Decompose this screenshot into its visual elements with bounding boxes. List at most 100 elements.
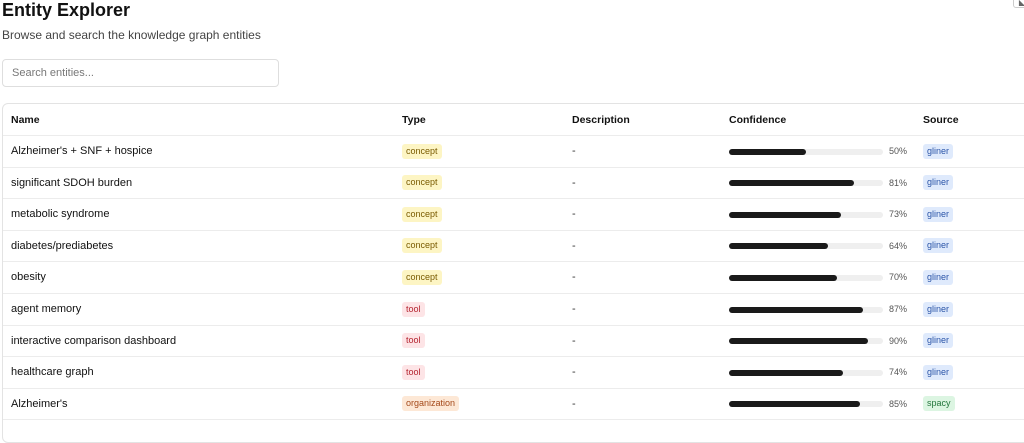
entity-name[interactable]: agent memory [11,294,81,325]
confidence-cell: 74% [729,357,919,388]
source-badge: spacy [923,396,955,412]
confidence-bar-fill [729,180,854,187]
column-header-source[interactable]: Source [923,104,959,135]
confidence-cell: 81% [729,167,919,198]
source-badge: gliner [923,143,954,159]
confidence-bar [729,306,883,313]
table-row[interactable]: Alzheimer's + SNF + hospice concept - 50% gl… [3,136,1024,168]
page-title: Entity Explorer [2,0,131,20]
entity-name[interactable]: obesity [11,262,46,293]
table-row[interactable]: significant SDOH burden concept - 81% gliner [3,167,1024,200]
table-header: Name Type Description Confidence Source [3,104,1024,136]
confidence-percent: 64% [889,240,908,251]
table-row[interactable]: obesity concept - 70% gliner [3,262,1024,294]
confidence-cell: 70% [729,262,919,293]
type-badge: tool [402,364,425,380]
confidence-percent: 73% [889,209,908,220]
source-cell: gliner [923,357,954,388]
type-cell: tool [402,325,425,356]
type-badge: concept [402,143,442,159]
source-cell: gliner [923,199,954,230]
confidence-cell: 85% [729,388,919,419]
confidence-bar-fill [729,401,860,408]
description-cell: - [572,239,576,252]
entity-name[interactable]: metabolic syndrome [11,199,109,230]
type-cell: concept [402,136,442,167]
collapse-icon[interactable]: ◣ [1013,0,1024,8]
description-cell: - [572,397,576,410]
confidence-bar [729,148,883,155]
table-row[interactable]: healthcare graph tool - 74% gliner [3,357,1024,389]
confidence-percent: 90% [889,335,908,346]
table-row[interactable]: interactive comparison dashboard tool - 90%… [3,325,1024,358]
type-cell: concept [402,262,442,293]
description-cell: - [572,271,576,284]
confidence-bar [729,401,883,408]
confidence-percent: 70% [889,272,908,283]
type-cell: tool [402,357,425,388]
source-badge: gliner [923,301,954,317]
type-cell: organization [402,388,460,419]
description-cell: - [572,303,576,315]
column-header-name[interactable]: Name [11,104,40,135]
confidence-bar-fill [729,274,837,281]
entity-name[interactable]: diabetes/prediabetes [11,230,113,261]
confidence-cell: 87% [729,294,919,325]
entity-name[interactable]: significant SDOH burden [11,167,132,198]
type-cell: tool [402,294,425,325]
column-header-description[interactable]: Description [572,104,630,135]
type-cell: concept [402,199,442,230]
source-cell: gliner [923,294,954,325]
source-cell: gliner [923,230,954,261]
confidence-percent: 81% [889,177,908,188]
type-badge: concept [402,175,442,191]
confidence-bar [729,369,883,376]
table-row[interactable]: metabolic syndrome concept - 73% gliner [3,199,1024,231]
entity-name[interactable]: Alzheimer's [11,388,68,419]
description-cell: - [572,208,576,221]
confidence-percent: 87% [889,304,908,314]
entity-table: Name Type Description Confidence Source … [2,103,1024,443]
table-row[interactable]: diabetes/prediabetes concept - 64% gliner [3,230,1024,263]
confidence-bar-fill [729,148,806,155]
description-cell: - [572,366,576,379]
type-badge: concept [402,238,442,254]
confidence-cell: 64% [729,230,919,261]
source-badge: gliner [923,238,954,254]
type-badge: concept [402,206,442,222]
type-badge: organization [402,396,460,412]
column-header-type[interactable]: Type [402,104,426,135]
confidence-bar [729,180,883,187]
source-cell: gliner [923,136,954,167]
confidence-percent: 50% [889,146,908,156]
source-badge: gliner [923,269,954,285]
table-row[interactable]: Alzheimer's organization - 85% spacy [3,388,1024,421]
source-cell: gliner [923,325,954,356]
confidence-cell: 50% [729,136,919,167]
page-subtitle: Browse and search the knowledge graph en… [2,28,261,42]
table-row[interactable]: agent memory tool - 87% gliner [3,294,1024,326]
source-badge: gliner [923,333,954,349]
confidence-bar-fill [729,211,842,218]
entity-name[interactable]: healthcare graph [11,357,94,388]
confidence-bar [729,211,883,218]
source-badge: gliner [923,364,954,380]
confidence-percent: 85% [889,398,908,409]
confidence-bar-fill [729,243,828,250]
confidence-bar [729,243,883,250]
confidence-cell: 90% [729,325,919,356]
source-cell: gliner [923,167,954,198]
description-cell: - [572,176,576,189]
type-cell: concept [402,167,442,198]
confidence-bar-fill [729,369,843,376]
search-input[interactable] [2,59,279,87]
confidence-bar-fill [729,306,863,313]
entity-name[interactable]: interactive comparison dashboard [11,325,176,356]
entity-name[interactable]: Alzheimer's + SNF + hospice [11,136,153,167]
description-cell: - [572,334,576,347]
type-badge: concept [402,269,442,285]
source-badge: gliner [923,175,954,191]
confidence-bar [729,274,883,281]
source-cell: gliner [923,262,954,293]
column-header-confidence[interactable]: Confidence [729,104,786,135]
